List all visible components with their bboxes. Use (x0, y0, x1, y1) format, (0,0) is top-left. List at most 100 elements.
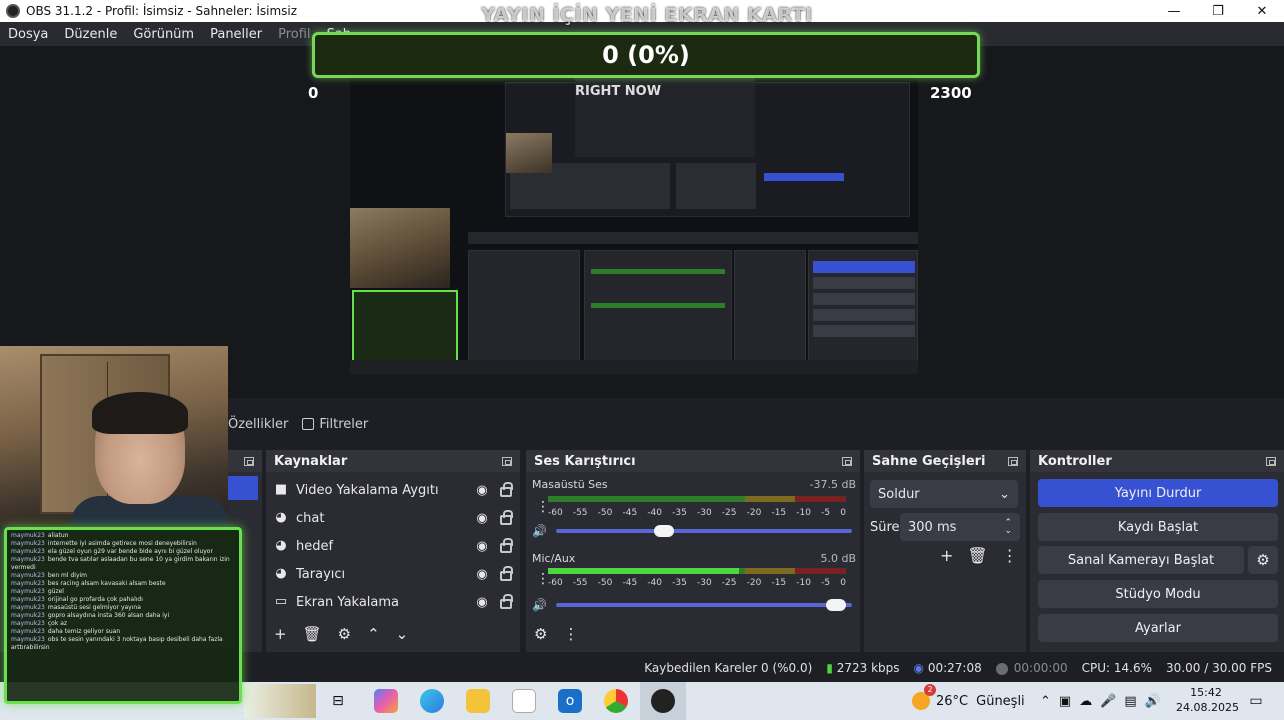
goal-progress-text: 0 (0%) (602, 41, 690, 69)
volume-slider-knob[interactable] (654, 525, 675, 537)
file-explorer-icon[interactable] (466, 689, 490, 713)
trash-icon[interactable]: 🗑 (303, 625, 322, 643)
float-icon[interactable] (842, 456, 852, 466)
weather-temp: 26°C (936, 693, 969, 709)
tray-app-icon[interactable]: ▣ (1059, 694, 1071, 709)
program-canvas[interactable] (350, 52, 918, 374)
meter-tick-label: -60 (548, 578, 563, 588)
edge-icon[interactable] (420, 689, 444, 713)
trash-icon[interactable]: 🗑 (967, 546, 987, 565)
cloud-icon[interactable]: ☁ (1079, 694, 1092, 709)
volume-slider[interactable] (556, 599, 852, 611)
meter-fill (548, 568, 739, 574)
chat-username: maymuk23 (11, 628, 45, 635)
nested-webcam (506, 133, 552, 173)
float-icon[interactable] (1008, 456, 1018, 466)
menu-docks[interactable]: Paneller (202, 27, 270, 42)
float-icon[interactable] (502, 456, 512, 466)
more-icon[interactable]: ⋮ (563, 625, 578, 643)
meter-tick-label: -20 (746, 578, 762, 588)
transitions-dock-header: Sahne Geçişleri (864, 450, 1026, 472)
webcam-overlay (0, 346, 228, 526)
gear-icon[interactable]: ⚙ (534, 625, 547, 643)
chat-username: maymuk23 (11, 588, 45, 595)
speaker-icon[interactable]: 🔊 (532, 598, 548, 612)
network-icon[interactable]: ▤ (1124, 694, 1136, 709)
float-icon[interactable] (1266, 456, 1276, 466)
copilot-icon[interactable] (374, 689, 398, 713)
stepper-arrows-icon[interactable]: ⌃ ⌄ (1004, 519, 1012, 536)
lock-icon[interactable] (500, 510, 513, 525)
lock-icon[interactable] (500, 482, 513, 497)
stop-stream-button[interactable]: Yayını Durdur (1038, 479, 1278, 507)
meter-tick-label: -15 (771, 508, 787, 518)
source-item[interactable]: ◕ hedef ◉ (266, 532, 520, 560)
meter-tick-label: 0 (840, 578, 846, 588)
start-virtual-cam-button[interactable]: Sanal Kamerayı Başlat (1038, 546, 1244, 574)
transition-select[interactable]: Soldur ⌄ (870, 480, 1018, 508)
channel-menu-icon[interactable]: ⋮ (536, 572, 550, 586)
more-icon[interactable]: ⋮ (1002, 546, 1018, 565)
chevron-up-icon[interactable]: ⌃ (1040, 694, 1051, 709)
add-transition-icon[interactable]: + (940, 546, 953, 565)
minimize-button[interactable]: — (1152, 0, 1196, 22)
goal-subtitle: RIGHT NOW (575, 84, 662, 99)
meter-tick-label: -5 (821, 578, 831, 588)
eye-icon[interactable]: ◉ (474, 595, 490, 610)
chat-text: çok az (47, 620, 68, 627)
speaker-icon[interactable]: 🔊 (532, 524, 548, 538)
settings-button[interactable]: Ayarlar (1038, 614, 1278, 642)
close-button[interactable]: ✕ (1240, 0, 1284, 22)
store-icon[interactable] (512, 689, 536, 713)
menu-file[interactable]: Dosya (0, 27, 56, 42)
lock-icon[interactable] (500, 594, 513, 609)
meter-tick-label: -40 (647, 508, 663, 518)
menu-edit[interactable]: Düzenle (56, 27, 125, 42)
add-source-icon[interactable]: + (274, 625, 287, 643)
chat-message: maymuk23 gopro alsaydına insta 360 alsan … (11, 612, 235, 620)
source-item[interactable]: ◕ Tarayıcı ◉ (266, 560, 520, 588)
chrome-icon[interactable] (604, 689, 628, 713)
source-item[interactable]: ◕ chat ◉ (266, 504, 520, 532)
notification-icon[interactable]: ▭ (1244, 689, 1268, 713)
sources-title: Kaynaklar (274, 453, 348, 469)
search-box-image[interactable] (244, 684, 316, 718)
outlook-icon[interactable]: o (558, 689, 582, 713)
filters-button[interactable]: Filtreler (302, 417, 368, 432)
clock[interactable]: 15:42 24.08.2025 (1176, 685, 1239, 715)
channel-menu-icon[interactable]: ⋮ (536, 500, 550, 514)
volume-icon[interactable]: 🔊 (1145, 694, 1161, 709)
start-record-button[interactable]: Kaydı Başlat (1038, 513, 1278, 541)
obs-icon[interactable] (651, 689, 675, 713)
properties-button[interactable]: Özellikler (228, 417, 288, 432)
lock-icon[interactable] (500, 566, 513, 581)
volume-slider-knob[interactable] (826, 599, 847, 611)
studio-mode-button[interactable]: Stüdyo Modu (1038, 580, 1278, 608)
source-item[interactable]: ▭ Ekran Yakalama ◉ (266, 588, 520, 616)
chat-message: maymuk23 güzel (11, 588, 235, 596)
duration-spinbox[interactable]: 300 ms ⌃ ⌄ (900, 513, 1020, 541)
lock-icon[interactable] (500, 538, 513, 553)
mic-icon[interactable]: 🎤 (1100, 694, 1116, 709)
meter-tick-label: -15 (771, 578, 787, 588)
eye-icon[interactable]: ◉ (474, 567, 490, 582)
eye-icon[interactable]: ◉ (474, 511, 490, 526)
record-icon (995, 662, 1008, 675)
controls-dock-header: Kontroller (1030, 450, 1284, 472)
virtual-cam-settings-gear-icon[interactable]: ⚙ (1248, 546, 1278, 574)
move-up-icon[interactable]: ⌃ (367, 625, 380, 643)
float-icon[interactable] (244, 456, 254, 466)
maximize-button[interactable]: ❐ (1196, 0, 1240, 22)
source-item[interactable]: ■ Video Yakalama Aygıtı ◉ (266, 476, 520, 504)
eye-icon[interactable]: ◉ (474, 539, 490, 554)
fps: 30.00 / 30.00 FPS (1166, 661, 1272, 675)
move-down-icon[interactable]: ⌄ (396, 625, 409, 643)
menu-view[interactable]: Görünüm (125, 27, 202, 42)
properties-filters-bar: Özellikler Filtreler (228, 408, 1284, 440)
eye-icon[interactable]: ◉ (474, 483, 490, 498)
chat-text: güzel (47, 588, 64, 595)
weather-badge: 2 (924, 684, 936, 696)
gear-icon[interactable]: ⚙ (338, 625, 351, 643)
volume-slider[interactable] (556, 525, 852, 537)
task-view-icon[interactable]: ⊟ (326, 689, 350, 713)
